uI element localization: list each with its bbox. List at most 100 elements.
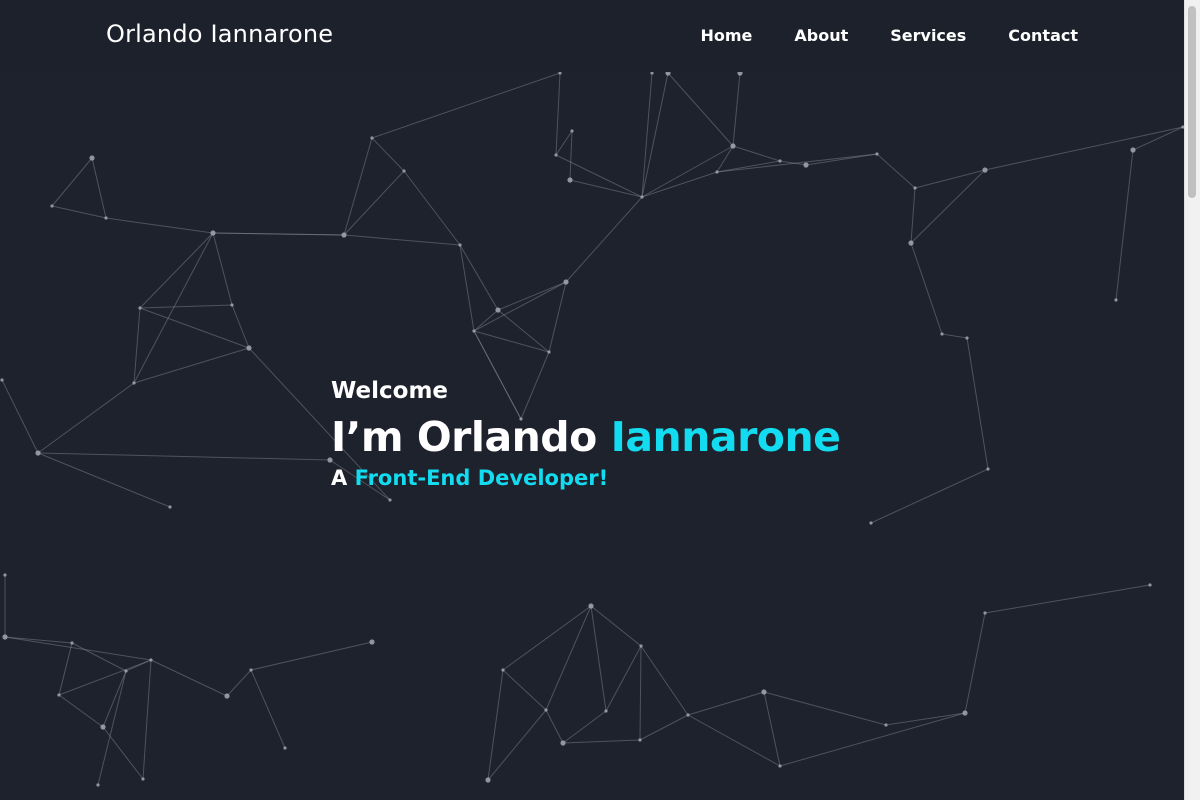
- network-link: [37, 452, 331, 461]
- page-scrollbar[interactable]: [1184, 0, 1200, 800]
- network-link: [763, 691, 887, 726]
- network-node: [884, 723, 888, 727]
- nav-link-home[interactable]: Home: [700, 26, 752, 45]
- network-node: [100, 724, 106, 730]
- network-node: [554, 153, 558, 157]
- network-node: [249, 668, 253, 672]
- hero-welcome: Welcome: [331, 378, 449, 404]
- network-link: [641, 72, 669, 198]
- network-node: [803, 162, 809, 168]
- network-node: [982, 167, 988, 173]
- network-link: [562, 739, 641, 744]
- network-link: [876, 153, 916, 189]
- network-link: [555, 130, 573, 156]
- network-link: [497, 281, 567, 311]
- network-link: [964, 612, 986, 714]
- network-link: [502, 605, 592, 671]
- network-node: [246, 345, 252, 351]
- network-node: [104, 216, 108, 220]
- network-link: [371, 137, 405, 172]
- network-link: [51, 157, 93, 207]
- network-link: [1115, 149, 1134, 301]
- navbar: Orlando Iannarone Home About Services Co…: [0, 0, 1185, 72]
- network-node: [875, 152, 879, 156]
- network-node: [402, 169, 406, 173]
- network-link: [910, 242, 943, 335]
- network-link: [941, 333, 968, 339]
- network-link: [226, 669, 252, 697]
- nav-link-contact[interactable]: Contact: [1008, 26, 1078, 45]
- network-node: [547, 350, 551, 354]
- network-link: [545, 605, 592, 711]
- network-node: [639, 644, 643, 648]
- nav-link-services[interactable]: Services: [890, 26, 966, 45]
- network-link: [102, 726, 144, 780]
- network-node: [560, 740, 566, 746]
- network-link: [548, 281, 567, 353]
- network-node: [388, 498, 392, 502]
- network-node: [0, 378, 4, 382]
- network-link: [473, 330, 550, 353]
- network-node: [138, 306, 142, 310]
- scrollbar-thumb[interactable]: [1188, 6, 1196, 198]
- network-link: [37, 382, 135, 454]
- network-node: [778, 764, 782, 768]
- network-link: [885, 712, 966, 726]
- hero-headline: I’m Orlando Iannarone: [331, 410, 841, 464]
- network-link: [640, 645, 689, 716]
- network-link: [870, 468, 989, 524]
- network-link: [502, 669, 547, 711]
- network-link: [212, 232, 233, 306]
- network-node: [224, 693, 230, 699]
- network-link: [555, 72, 561, 156]
- network-node: [89, 155, 95, 161]
- network-link: [984, 126, 1184, 171]
- network-node: [983, 611, 987, 615]
- network-link: [569, 179, 643, 198]
- network-node: [472, 329, 476, 333]
- hero-subtitle: A Front-End Developer!: [331, 464, 840, 492]
- network-node: [96, 783, 100, 787]
- network-node: [1130, 147, 1136, 153]
- network-link: [133, 307, 141, 384]
- network-node: [730, 143, 736, 149]
- network-node: [869, 521, 873, 525]
- network-link: [487, 709, 547, 781]
- network-node: [210, 230, 216, 236]
- network-link: [914, 169, 986, 189]
- network-node: [962, 710, 968, 716]
- network-node: [913, 186, 917, 190]
- network-link: [250, 641, 373, 671]
- network-link: [142, 659, 152, 780]
- subtitle-accent: Front-End Developer!: [354, 466, 609, 490]
- network-link: [562, 710, 607, 744]
- network-link: [910, 187, 916, 244]
- network-link: [58, 659, 152, 696]
- network-node: [638, 738, 642, 742]
- headline-accent: Iannarone: [610, 413, 841, 461]
- network-node: [544, 708, 548, 712]
- network-link: [716, 160, 781, 173]
- network-link: [250, 669, 286, 749]
- network-node: [778, 159, 782, 163]
- network-node: [230, 303, 234, 307]
- network-link: [569, 130, 573, 181]
- nav-link-about[interactable]: About: [794, 26, 848, 45]
- network-node: [485, 777, 491, 783]
- network-link: [139, 307, 250, 349]
- network-link: [343, 234, 461, 246]
- network-link: [639, 645, 642, 741]
- network-link: [1, 379, 39, 454]
- network-link: [590, 605, 642, 647]
- network-node: [369, 639, 375, 645]
- network-link: [139, 304, 233, 309]
- brand-logo[interactable]: Orlando Iannarone: [106, 20, 333, 48]
- network-link: [687, 714, 781, 767]
- network-link: [1132, 126, 1184, 151]
- network-link: [4, 636, 152, 661]
- network-link: [58, 642, 73, 696]
- hero-section: Welcome I’m Orlando Iannarone A Front-En…: [331, 376, 841, 492]
- network-link: [51, 205, 107, 219]
- network-link: [716, 145, 734, 173]
- network-node: [986, 467, 990, 471]
